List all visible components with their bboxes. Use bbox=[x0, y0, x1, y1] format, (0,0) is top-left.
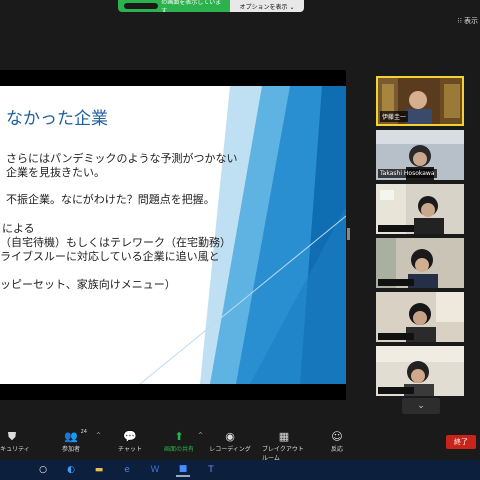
slide-line: 企業を見抜きたい。 bbox=[6, 166, 105, 179]
caret-up-icon[interactable]: ^ bbox=[198, 432, 203, 439]
panel-resize-handle[interactable] bbox=[347, 228, 350, 240]
view-button-label: 表示 bbox=[464, 17, 478, 25]
chat-icon: 💬 bbox=[123, 430, 137, 443]
participants-button[interactable]: 👥 24 参加者 bbox=[49, 429, 93, 453]
slide-letterbox-bottom bbox=[0, 384, 346, 400]
meeting-toolbar: ⛊ セキュリティ 👥 24 参加者 ^ 💬 チャット ⬆ 画面の共有 ^ ◉ レ… bbox=[0, 424, 480, 462]
record-button[interactable]: ◉ レコーディング bbox=[208, 430, 252, 453]
security-button[interactable]: ⛊ セキュリティ bbox=[0, 430, 34, 453]
slide-line: ッピーセット、家族向けメニュー） bbox=[0, 278, 176, 291]
participant-video[interactable] bbox=[376, 292, 464, 342]
chat-label: チャット bbox=[118, 446, 142, 453]
edge-icon[interactable]: ◐ bbox=[64, 463, 78, 477]
ie-icon[interactable]: e bbox=[120, 463, 134, 477]
share-status: の画面を表示しています bbox=[118, 0, 230, 12]
share-screen-button[interactable]: ⬆ 画面の共有 bbox=[157, 430, 201, 453]
caret-up-icon[interactable]: ^ bbox=[96, 432, 101, 439]
share-label: 画面の共有 bbox=[163, 446, 194, 453]
folder-icon[interactable]: ▬ bbox=[92, 463, 106, 477]
participant-video[interactable] bbox=[376, 346, 464, 396]
participant-video[interactable]: 伊藤圭一 bbox=[376, 76, 464, 126]
record-icon: ◉ bbox=[225, 430, 235, 443]
grid-icon: ⁝⁝ bbox=[457, 17, 462, 25]
slide-line: 不振企業。なにがわけた？問題点を把握。 bbox=[6, 193, 215, 206]
slide-letterbox-top bbox=[0, 70, 346, 86]
zoom-window: の画面を表示しています オプションを表示 ⌄ ⁝⁝ 表示 なかった企業 さらには… bbox=[0, 0, 480, 480]
zoom-icon[interactable]: ■ bbox=[176, 463, 190, 477]
shield-icon: ⛊ bbox=[7, 430, 17, 443]
share-status-text: の画面を表示しています bbox=[161, 0, 222, 12]
scroll-down-button[interactable]: ⌄ bbox=[402, 398, 440, 414]
participant-video[interactable] bbox=[376, 184, 464, 234]
search-icon[interactable]: ○ bbox=[36, 463, 50, 477]
participant-name-redacted bbox=[378, 225, 414, 232]
participant-name: Takashi Hosokawa bbox=[378, 169, 437, 178]
screen-share-banner: の画面を表示しています オプションを表示 ⌄ bbox=[118, 0, 304, 12]
breakout-rooms-button[interactable]: ▦ ブレイクアウトルーム bbox=[262, 430, 306, 462]
record-label: レコーディング bbox=[209, 446, 251, 453]
windows-taskbar: ○ ◐ ▬ e W ■ T bbox=[0, 460, 480, 480]
slide-line: ライブスルーに対応している企業に追い風と bbox=[0, 250, 220, 263]
reactions-label: 反応 bbox=[330, 446, 343, 453]
redacted-name bbox=[124, 3, 159, 9]
security-label: セキュリティ bbox=[0, 446, 30, 453]
shared-slide: なかった企業 さらにはパンデミックのような予測がつかない 企業を見抜きたい。 不… bbox=[0, 86, 346, 384]
word-icon[interactable]: W bbox=[148, 463, 162, 477]
show-options-button[interactable]: オプションを表示 ⌄ bbox=[230, 0, 304, 12]
grid-icon: ▦ bbox=[278, 430, 290, 443]
teams-icon[interactable]: T bbox=[204, 463, 218, 477]
participants-label: 参加者 bbox=[61, 446, 80, 453]
slide-title: なかった企業 bbox=[6, 109, 108, 129]
chat-button[interactable]: 💬 チャット bbox=[108, 430, 152, 453]
share-screen-icon: ⬆ bbox=[174, 430, 184, 443]
participant-count: 24 bbox=[80, 429, 87, 435]
participant-video[interactable]: Takashi Hosokawa bbox=[376, 130, 464, 180]
chevron-down-icon: ⌄ bbox=[417, 401, 425, 411]
participant-name: 伊藤圭一 bbox=[380, 111, 409, 122]
smiley-icon: ☺ bbox=[331, 430, 343, 443]
participant-name-redacted bbox=[378, 387, 414, 394]
view-button[interactable]: ⁝⁝ 表示 bbox=[458, 16, 478, 26]
end-meeting-button[interactable]: 終了 bbox=[446, 435, 476, 449]
people-icon: 👥 bbox=[64, 430, 78, 443]
participant-name-redacted bbox=[378, 279, 414, 286]
participant-name-redacted bbox=[378, 333, 414, 340]
participant-video[interactable] bbox=[376, 238, 464, 288]
reactions-button[interactable]: ☺ 反応 bbox=[315, 430, 359, 453]
